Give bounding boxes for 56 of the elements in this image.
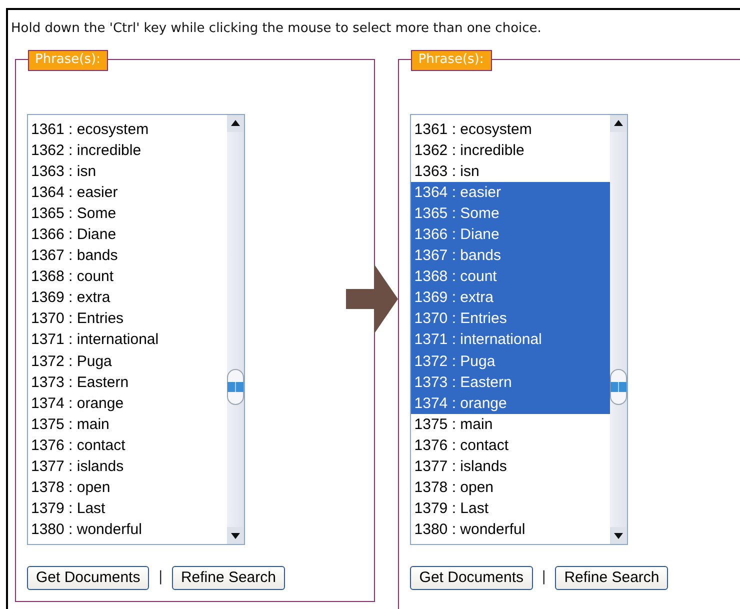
list-option[interactable]: 1371 : international [28, 329, 227, 351]
list-option[interactable]: 1379 : Last [411, 498, 610, 520]
separator-text: | [158, 568, 163, 587]
list-option[interactable]: 1380 : wonderful [28, 519, 227, 540]
list-option[interactable]: 1374 : orange [411, 392, 610, 414]
list-option[interactable]: 1367 : bands [411, 245, 610, 266]
list-option[interactable]: 1364 : easier [28, 182, 227, 203]
scroll-thumb[interactable] [227, 368, 244, 404]
list-option[interactable]: 1369 : extra [28, 287, 227, 308]
list-option[interactable]: 1371 : international [411, 329, 610, 351]
fieldset-legend: Phrase(s): [411, 50, 492, 70]
list-option[interactable]: 1378 : open [411, 477, 610, 498]
list-option[interactable]: 1373 : Eastern [411, 372, 610, 393]
list-option[interactable]: 1377 : islands [28, 456, 227, 478]
list-option[interactable]: 1363 : isn [411, 160, 610, 182]
right-arrow-icon [346, 264, 398, 334]
list-option[interactable]: 1369 : extra [411, 287, 610, 308]
scroll-thumb[interactable] [610, 368, 628, 404]
list-option[interactable]: 1373 : Eastern [28, 372, 227, 393]
instruction-text: Hold down the 'Ctrl' key while clicking the mouse to select more than one choice. [10, 20, 542, 38]
list-option[interactable]: 1380 : wonderful [411, 519, 610, 540]
list-option[interactable]: 1375 : main [28, 414, 227, 435]
list-option[interactable]: 1375 : main [411, 414, 610, 435]
list-option[interactable]: 1370 : Entries [28, 308, 227, 330]
list-option[interactable]: 1379 : Last [28, 498, 227, 520]
scrollbar[interactable] [227, 114, 244, 544]
list-option[interactable]: 1368 : count [28, 266, 227, 288]
list-option[interactable]: 1366 : Diane [411, 224, 610, 246]
list-option[interactable]: 1377 : islands [411, 456, 610, 478]
list-option[interactable]: 1378 : open [28, 477, 227, 498]
list-option[interactable]: 1370 : Entries [411, 308, 610, 330]
list-option[interactable]: 1362 : incredible [411, 140, 610, 161]
list-option[interactable]: 1374 : orange [28, 392, 227, 414]
list-option[interactable]: 1372 : Puga [28, 350, 227, 372]
list-option[interactable]: 1362 : incredible [28, 140, 227, 161]
list-option[interactable]: 1365 : Some [28, 202, 227, 224]
list-option[interactable]: 1364 : easier [411, 182, 610, 203]
list-option[interactable]: 1361 : ecosystem [411, 118, 610, 140]
list-option[interactable]: 1376 : contact [411, 434, 610, 456]
phrase-listbox[interactable] [27, 114, 245, 544]
action-button[interactable]: Refine Search [555, 566, 668, 590]
action-button[interactable]: Refine Search [172, 566, 285, 590]
list-option[interactable]: 1367 : bands [28, 245, 227, 266]
list-option[interactable]: 1361 : ecosystem [28, 118, 227, 140]
fieldset-legend: Phrase(s): [28, 50, 108, 70]
list-option[interactable]: 1372 : Puga [411, 350, 610, 372]
list-option[interactable]: 1368 : count [411, 266, 610, 288]
separator-text: | [542, 568, 546, 587]
list-option[interactable]: 1363 : isn [28, 160, 227, 182]
phrase-listbox[interactable] [410, 114, 628, 544]
scrollbar[interactable] [610, 114, 628, 544]
action-button[interactable]: Get Documents [27, 566, 150, 590]
list-option[interactable]: 1365 : Some [411, 202, 610, 224]
list-option[interactable]: 1366 : Diane [28, 224, 227, 246]
action-button[interactable]: Get Documents [410, 566, 532, 590]
list-option[interactable]: 1376 : contact [28, 434, 227, 456]
